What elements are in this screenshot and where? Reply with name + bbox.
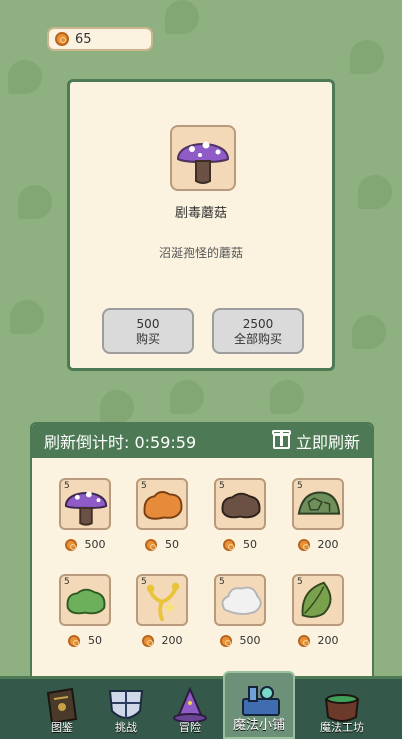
shop-item[interactable]: 5 500 <box>59 478 115 551</box>
shop-item[interactable]: 5 50 <box>59 574 115 647</box>
orange-slime-icon <box>143 491 183 520</box>
coin-icon <box>141 634 154 647</box>
refresh-now-label: 立即刷新 <box>295 433 360 452</box>
tab-label: 魔法小铺 <box>232 718 285 733</box>
buy-all-button[interactable]: 2500 全部购买 <box>212 308 304 354</box>
tab-magic-shop[interactable]: 魔法小铺 <box>223 671 295 739</box>
coin-icon <box>55 32 69 46</box>
coin-icon <box>297 634 310 647</box>
shop-item[interactable]: 5 200 <box>292 574 348 647</box>
item-slot[interactable]: 5 <box>214 478 266 530</box>
refresh-countdown: 刷新倒计时: 0:59:59 <box>44 433 197 452</box>
white-fluff-icon <box>221 586 262 615</box>
shop-panel: 刷新倒计时: 0:59:59 立即刷新 5 500 5 50 5 50 5 200 5 50 5 20… <box>30 422 374 682</box>
item-price: 200 <box>292 634 344 647</box>
yellow-sparkle-herb-icon <box>146 582 180 622</box>
purple-mushroom-icon <box>64 491 108 526</box>
refresh-now-button[interactable]: 立即刷新 <box>271 429 360 453</box>
coin-icon <box>68 634 80 647</box>
purple-mushroom-icon <box>176 141 230 184</box>
item-slot[interactable]: 5 <box>136 574 188 626</box>
green-slime-icon <box>66 588 106 615</box>
brown-slime-icon <box>221 492 261 519</box>
shop-header: 刷新倒计时: 0:59:59 立即刷新 <box>32 424 372 458</box>
item-price: 500 <box>59 538 111 551</box>
shop-item[interactable]: 5 200 <box>292 478 348 551</box>
shop-item[interactable]: 5 50 <box>214 478 270 551</box>
tab-challenge[interactable]: 挑战 <box>90 679 162 739</box>
tab-adventure[interactable]: 冒险 <box>154 679 226 739</box>
bottom-nav: 图鉴 挑战 冒险 魔法小铺 魔法工坊 <box>0 671 402 739</box>
item-price: 50 <box>214 538 266 551</box>
item-detail-dialog: 剧毒蘑菇 沼涎孢怪的蘑菇 500 购买 2500 全部购买 <box>67 79 335 371</box>
item-slot[interactable]: 5 <box>292 478 344 530</box>
item-price-value: 200 <box>317 634 339 647</box>
tab-label: 魔法工坊 <box>320 721 364 734</box>
item-price: 200 <box>292 538 344 551</box>
shop-item[interactable]: 5 50 <box>136 478 192 551</box>
shop-item[interactable]: 5 200 <box>136 574 192 647</box>
tab-collection[interactable]: 图鉴 <box>26 679 98 739</box>
item-frame <box>170 125 236 191</box>
coin-icon <box>145 538 157 551</box>
coin-icon <box>64 538 77 551</box>
coin-amount: 65 <box>75 31 92 47</box>
item-price-value: 200 <box>317 538 339 551</box>
item-price: 200 <box>136 634 188 647</box>
buy-one-price: 500 <box>136 317 160 331</box>
item-price-value: 200 <box>161 634 183 647</box>
item-description: 沼涎孢怪的蘑菇 <box>158 246 243 260</box>
coin-counter: 65 <box>47 27 153 51</box>
coin-icon <box>219 634 232 647</box>
green-leaf-icon <box>301 581 332 618</box>
item-price-value: 500 <box>239 634 261 647</box>
item-price: 50 <box>136 538 188 551</box>
buy-one-button[interactable]: 500 购买 <box>102 308 194 354</box>
tab-label: 图鉴 <box>51 721 73 734</box>
item-price: 500 <box>214 634 266 647</box>
item-slot[interactable]: 5 <box>59 574 111 626</box>
item-price: 50 <box>59 634 111 647</box>
buy-one-label: 购买 <box>135 332 160 346</box>
gift-icon <box>271 429 291 449</box>
tab-label: 挑战 <box>115 721 137 734</box>
buy-all-label: 全部购买 <box>233 332 282 346</box>
item-price-value: 500 <box>84 538 106 551</box>
turtle-shell-icon <box>297 491 341 515</box>
item-name: 剧毒蘑菇 <box>174 206 227 221</box>
coin-icon <box>297 538 310 551</box>
item-price-value: 50 <box>88 634 102 647</box>
item-slot[interactable]: 5 <box>59 478 111 530</box>
item-price-value: 50 <box>165 538 179 551</box>
shop-item[interactable]: 5 500 <box>214 574 270 647</box>
tab-label: 冒险 <box>179 721 201 734</box>
buy-all-price: 2500 <box>242 317 274 331</box>
item-slot[interactable]: 5 <box>214 574 266 626</box>
item-slot[interactable]: 5 <box>292 574 344 626</box>
item-slot[interactable]: 5 <box>136 478 188 530</box>
coin-icon <box>223 538 235 551</box>
item-price-value: 50 <box>243 538 257 551</box>
tab-magic-workshop[interactable]: 魔法工坊 <box>306 679 378 739</box>
